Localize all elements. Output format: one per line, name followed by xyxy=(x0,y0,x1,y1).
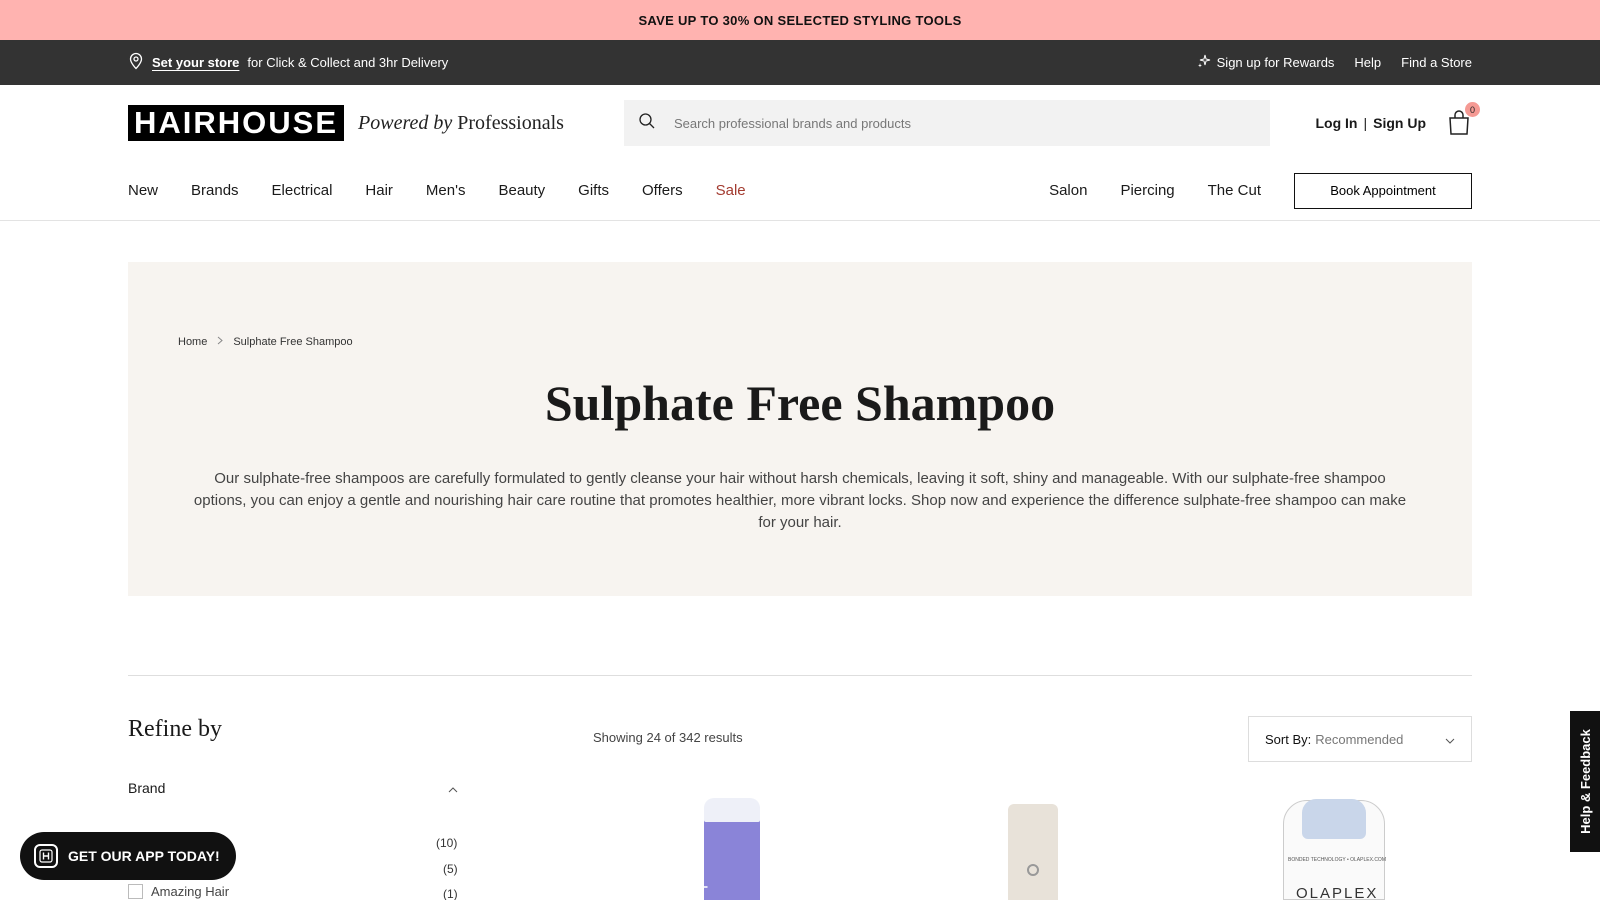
section-divider xyxy=(128,675,1472,676)
chevron-right-icon xyxy=(217,336,224,348)
category-description: Our sulphate-free shampoos are carefully… xyxy=(193,470,1407,531)
sort-value: Recommended xyxy=(1315,731,1404,747)
product-small-text: BONDED TECHNOLOGY • OLAPLEX.COM xyxy=(1288,857,1386,863)
sort-dropdown[interactable]: Sort By: Recommended xyxy=(1248,716,1472,762)
brand-option-label: Amazing Hair xyxy=(151,884,230,899)
hairhouse-logo[interactable]: HAIRHOUSE xyxy=(128,105,345,141)
breadcrumb-current: Sulphate Free Shampoo xyxy=(233,336,353,348)
nav-item-gifts[interactable]: Gifts xyxy=(578,182,609,199)
account-links: Log In | Sign Up xyxy=(1315,115,1426,131)
sparkle-icon xyxy=(1197,54,1211,71)
nav-item-hair[interactable]: Hair xyxy=(365,182,393,199)
chevron-down-icon xyxy=(1445,732,1455,747)
facet-count: (5) xyxy=(443,862,458,876)
cart-count-badge: 0 xyxy=(1465,102,1480,117)
tagline-professionals: Professionals xyxy=(457,111,564,134)
cart-button[interactable]: 0 xyxy=(1446,102,1480,137)
shopping-bag-icon xyxy=(1446,110,1472,141)
account-divider: | xyxy=(1363,115,1368,131)
results-count: Showing 24 of 342 results xyxy=(593,730,743,745)
nav-item-mens[interactable]: Men's xyxy=(426,182,466,199)
product-image[interactable]: BONDED TECHNOLOGY • OLAPLEX.COM OLAPLEX xyxy=(1283,799,1386,900)
brand-option-amazing-hair[interactable]: Amazing Hair xyxy=(128,884,229,899)
search-bar[interactable] xyxy=(623,100,1270,146)
breadcrumb-home[interactable]: Home xyxy=(178,336,207,348)
feedback-label: Help & Feedback xyxy=(1577,729,1593,834)
nav-item-piercing[interactable]: Piercing xyxy=(1120,182,1174,199)
promo-banner[interactable]: SAVE UP TO 30% ON SELECTED STYLING TOOLS xyxy=(0,0,1600,40)
facet-count: (1) xyxy=(443,887,458,900)
nav-categories: New Brands Electrical Hair Men's Beauty … xyxy=(128,182,746,199)
help-feedback-tab[interactable]: Help & Feedback xyxy=(1570,711,1600,852)
breadcrumb: Home Sulphate Free Shampoo xyxy=(178,336,353,348)
hairhouse-app-icon xyxy=(34,844,58,868)
store-info-text: for Click & Collect and 3hr Delivery xyxy=(247,55,449,70)
tagline-by: by xyxy=(433,111,453,134)
search-icon[interactable] xyxy=(638,112,656,135)
category-hero: Home Sulphate Free Shampoo Sulphate Free… xyxy=(128,262,1472,596)
tagline-powered: Powered xyxy=(358,111,429,134)
brand-checkbox[interactable] xyxy=(128,884,143,899)
site-header: HAIRHOUSE Powered by Professionals Log I… xyxy=(0,85,1600,161)
refine-heading: Refine by xyxy=(128,716,222,742)
utility-bar: Set your store for Click & Collect and 3… xyxy=(0,40,1600,85)
rewards-link[interactable]: Sign up for Rewards xyxy=(1197,54,1335,71)
promo-text: SAVE UP TO 30% ON SELECTED STYLING TOOLS xyxy=(638,12,962,28)
set-store-link[interactable]: Set your store xyxy=(152,55,239,70)
nav-item-new[interactable]: New xyxy=(128,182,158,199)
bottle-cap xyxy=(704,798,760,822)
store-selector: Set your store for Click & Collect and 3… xyxy=(128,52,448,73)
page-title: Sulphate Free Shampoo xyxy=(544,375,1056,431)
product-image[interactable] xyxy=(1008,804,1058,900)
main-nav: New Brands Electrical Hair Men's Beauty … xyxy=(0,161,1600,221)
nav-item-brands[interactable]: Brands xyxy=(191,182,239,199)
bottle-cap xyxy=(1302,799,1366,839)
search-input[interactable] xyxy=(673,115,1234,131)
rewards-label: Sign up for Rewards xyxy=(1216,55,1335,70)
logo-ring-icon xyxy=(1027,864,1039,876)
utility-links: Sign up for Rewards Help Find a Store xyxy=(1197,54,1472,71)
location-pin-icon xyxy=(128,52,144,73)
nav-services: Salon Piercing The Cut Book Appointment xyxy=(1049,172,1472,209)
tagline: Powered by Professionals xyxy=(358,112,564,135)
product-brand-text: OLAPLEX xyxy=(1296,885,1379,900)
nav-item-offers[interactable]: Offers xyxy=(642,182,683,199)
product-label-text: make xyxy=(690,860,710,900)
login-link[interactable]: Log In xyxy=(1315,115,1357,131)
help-link[interactable]: Help xyxy=(1354,55,1381,70)
nav-item-beauty[interactable]: Beauty xyxy=(498,182,545,199)
chevron-up-icon[interactable] xyxy=(448,780,458,796)
nav-item-electrical[interactable]: Electrical xyxy=(272,182,333,199)
sort-label: Sort By: xyxy=(1265,731,1312,747)
get-app-label: GET OUR APP TODAY! xyxy=(68,848,220,864)
nav-item-salon[interactable]: Salon xyxy=(1049,182,1087,199)
nav-item-sale[interactable]: Sale xyxy=(716,182,746,199)
brand-filter-label: Brand xyxy=(128,780,166,796)
signup-link[interactable]: Sign Up xyxy=(1373,115,1426,131)
book-appointment-button[interactable]: Book Appointment xyxy=(1294,172,1472,209)
product-image[interactable]: make xyxy=(690,798,760,900)
find-store-link[interactable]: Find a Store xyxy=(1401,55,1472,70)
facet-count: (10) xyxy=(436,836,458,850)
nav-item-the-cut[interactable]: The Cut xyxy=(1208,182,1261,199)
get-app-button[interactable]: GET OUR APP TODAY! xyxy=(20,832,236,880)
brand-filter-header[interactable]: Brand xyxy=(128,780,458,796)
